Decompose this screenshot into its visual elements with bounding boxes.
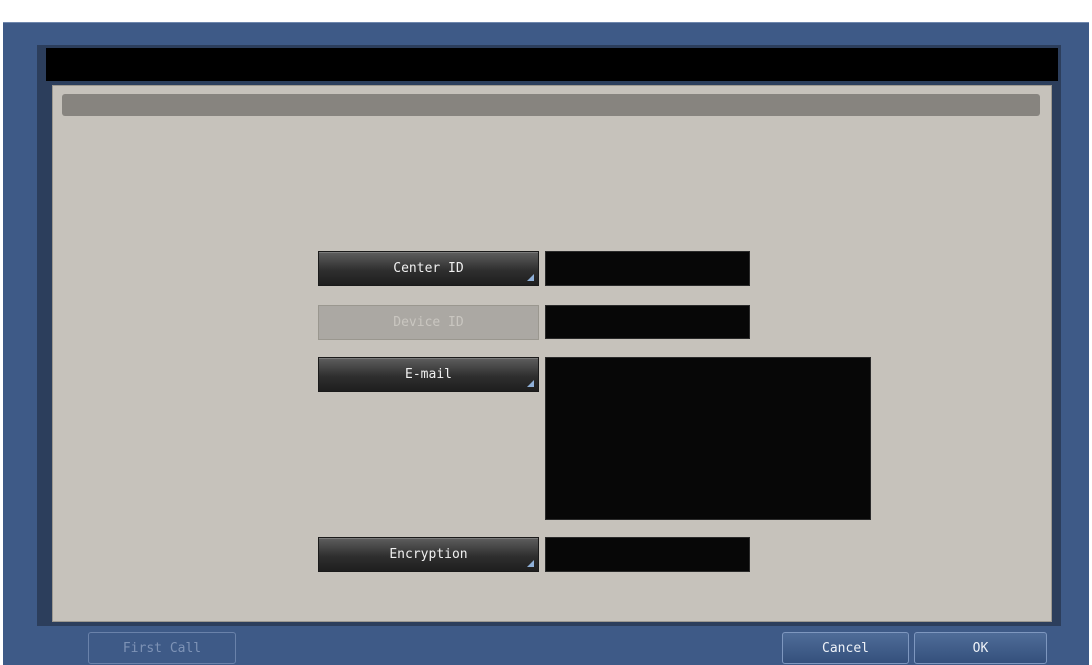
cancel-button[interactable]: Cancel — [782, 632, 909, 664]
expand-corner-icon — [527, 274, 534, 281]
expand-corner-icon — [527, 380, 534, 387]
device-id-label: Device ID — [393, 315, 464, 330]
section-header-bar — [62, 94, 1040, 116]
email-button[interactable]: E-mail — [318, 357, 539, 392]
first-call-button: First Call — [88, 632, 236, 664]
device-id-value — [545, 305, 750, 339]
top-strip — [0, 0, 1092, 22]
encryption-label: Encryption — [389, 547, 468, 562]
device-id-button: Device ID — [318, 305, 539, 340]
expand-corner-icon — [527, 560, 534, 567]
ok-button[interactable]: OK — [914, 632, 1047, 664]
encryption-value — [545, 537, 750, 572]
email-value — [545, 357, 871, 520]
center-id-value — [545, 251, 750, 286]
dialog-title-bar — [46, 48, 1058, 81]
email-label: E-mail — [405, 367, 452, 382]
center-id-button[interactable]: Center ID — [318, 251, 539, 286]
first-call-label: First Call — [122, 640, 202, 656]
center-id-label: Center ID — [393, 261, 464, 276]
cancel-label: Cancel — [822, 640, 869, 656]
encryption-button[interactable]: Encryption — [318, 537, 539, 572]
ok-label: OK — [972, 640, 989, 656]
